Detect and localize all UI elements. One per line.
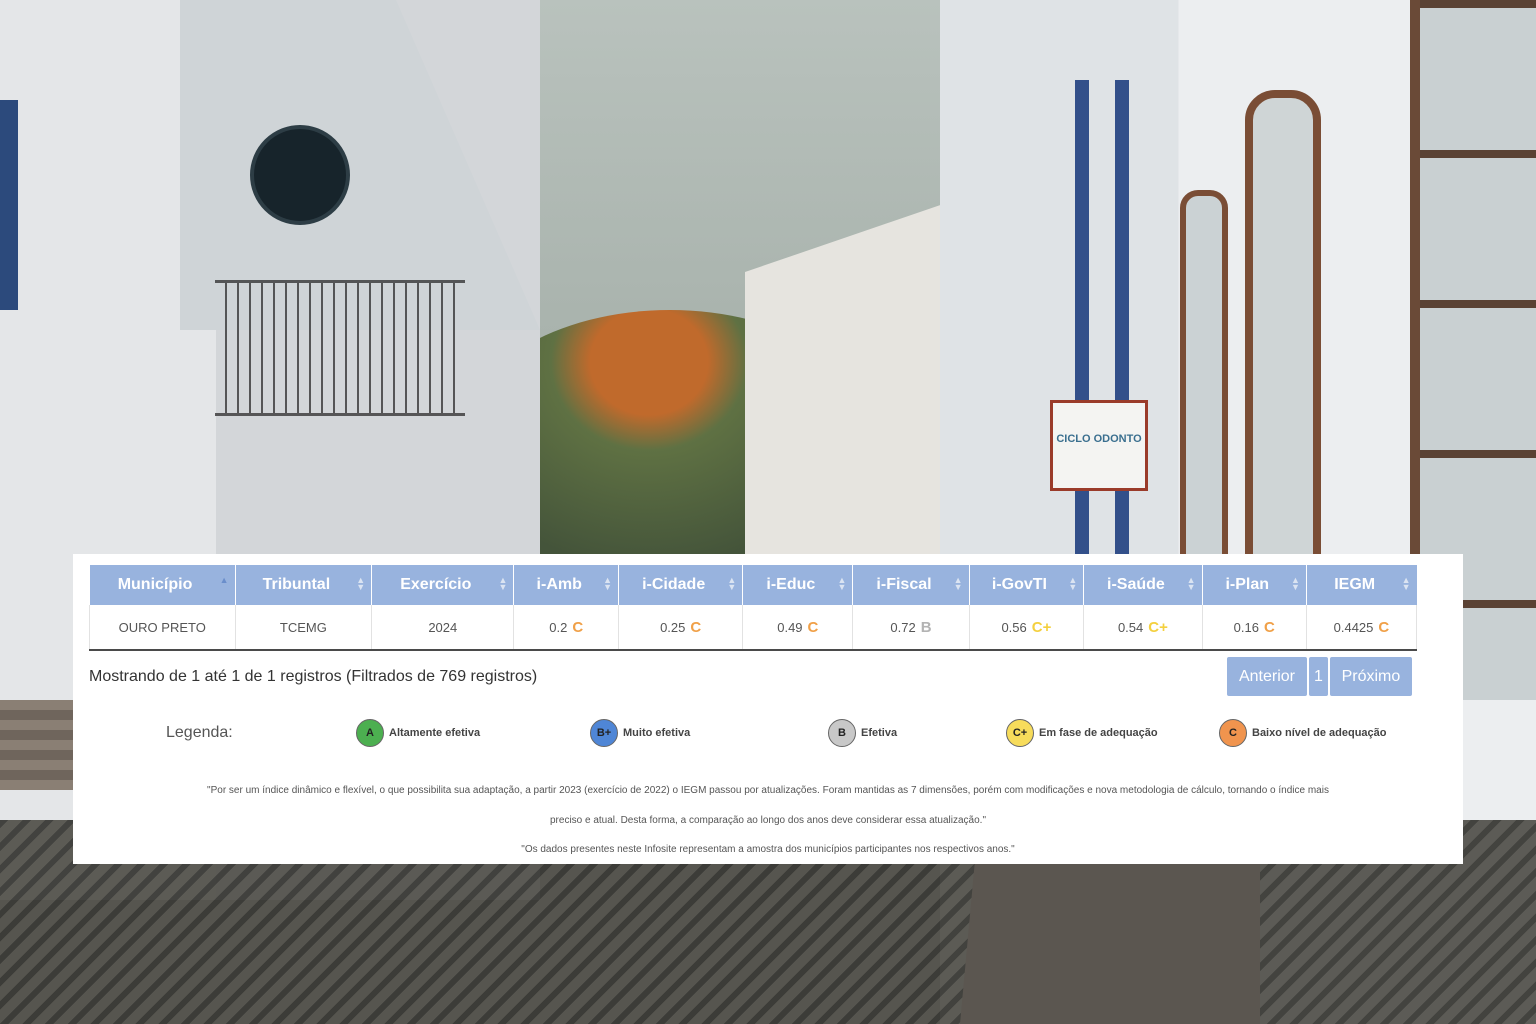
sort-icon: ▲ ▼ <box>1401 575 1411 592</box>
column-header-i-govti[interactable]: i-GovTI ▲ ▼ <box>969 565 1085 605</box>
column-header-label: i-Saúde <box>1107 576 1165 593</box>
arched-window <box>1245 90 1321 576</box>
column-header-i-fiscal[interactable]: i-Fiscal ▲ ▼ <box>852 565 970 605</box>
column-header-label: i-Amb <box>536 576 582 593</box>
previous-page-button[interactable]: Anterior <box>1227 657 1307 696</box>
sort-icon: ▲ ▼ <box>727 575 737 592</box>
methodology-note: "Por ser um índice dinâmico e flexível, … <box>207 785 1329 796</box>
table-header-row: Município ▲ Tribuntal ▲ ▼ Exercício ▲ ▼ i-Amb… <box>89 565 1417 605</box>
sort-icon: ▲ ▼ <box>837 575 847 592</box>
cell-value: 0.49 <box>777 619 803 635</box>
cell-value: 0.56 <box>1001 619 1027 635</box>
arched-window-small <box>1180 190 1228 562</box>
legend-text: Muito efetiva <box>623 727 691 739</box>
grade-label: C <box>1378 618 1390 636</box>
cell-i-saude: 0.54 C+ <box>1083 605 1203 651</box>
cell-value: 0.4425 <box>1333 619 1374 635</box>
table-row: OURO PRETO TCEMG 2024 0.2 C 0.25 C 0.49 C 0… <box>89 605 1418 651</box>
ciclo-odonto-sign: CICLO ODONTO <box>1050 400 1148 491</box>
column-header-label: i-Plan <box>1225 576 1269 593</box>
column-header-label: i-Cidade <box>642 576 706 593</box>
records-info: Mostrando de 1 até 1 de 1 registros (Fil… <box>89 668 538 685</box>
column-header-label: Exercício <box>400 576 472 593</box>
column-header-municipio[interactable]: Município ▲ <box>89 565 236 605</box>
sidewalk <box>960 860 1260 1024</box>
grade-label: C <box>1263 618 1275 636</box>
page-1-button[interactable]: 1 <box>1309 657 1328 696</box>
grade-badge-c: C <box>1219 719 1247 747</box>
legend-label: Legenda: <box>166 724 233 741</box>
sort-icon: ▲ ▼ <box>603 575 613 592</box>
column-header-i-plan[interactable]: i-Plan ▲ ▼ <box>1202 565 1307 605</box>
pagination: Anterior 1 Próximo <box>1227 657 1412 696</box>
sort-icon: ▲ ▼ <box>498 575 508 592</box>
ciclo-odonto-sign-text: CICLO ODONTO <box>1056 433 1142 445</box>
grade-badge-b-plus: B+ <box>590 719 618 747</box>
legend-text: Efetiva <box>861 727 898 739</box>
cell-value: 0.25 <box>660 619 686 635</box>
cell-value: 0.16 <box>1233 619 1259 635</box>
sort-icon: ▲ ▼ <box>1186 575 1196 592</box>
column-header-tribunal[interactable]: Tribuntal ▲ ▼ <box>235 565 373 605</box>
sort-icon: ▲ ▼ <box>1290 575 1300 592</box>
sort-icon: ▲ ▼ <box>953 575 963 592</box>
column-header-i-saude[interactable]: i-Saúde ▲ ▼ <box>1083 565 1203 605</box>
shop-sign <box>250 125 350 225</box>
cell-value: 0.72 <box>890 619 916 635</box>
next-page-button[interactable]: Próximo <box>1329 657 1412 696</box>
column-header-exercicio[interactable]: Exercício ▲ ▼ <box>371 565 515 605</box>
results-table: Município ▲ Tribuntal ▲ ▼ Exercício ▲ ▼ i-Amb… <box>89 565 1418 651</box>
column-header-label: i-Educ <box>766 576 816 593</box>
sample-note: "Os dados presentes neste Infosite repre… <box>521 844 1015 855</box>
grade-badge-a: A <box>356 719 384 747</box>
grade-label: C <box>807 618 819 636</box>
column-header-label: Tribuntal <box>262 576 331 593</box>
legend-text: Altamente efetiva <box>389 727 481 739</box>
iegm-panel: Município ▲ Tribuntal ▲ ▼ Exercício ▲ ▼ i-Amb… <box>73 554 1463 864</box>
cell-exercicio: 2024 <box>371 605 515 651</box>
cell-value: 0.54 <box>1117 619 1144 635</box>
column-header-label: i-Fiscal <box>876 576 932 593</box>
legend-item-b-plus: B+ Muito efetiva <box>590 719 690 747</box>
left-building-window <box>0 100 18 310</box>
column-header-i-amb[interactable]: i-Amb ▲ ▼ <box>513 565 620 605</box>
background-photo: CICLO ODONTO <box>0 0 1536 1024</box>
grade-label: C+ <box>1031 618 1052 636</box>
grade-label: C+ <box>1148 618 1168 636</box>
cell-iegm: 0.4425 C <box>1306 605 1418 651</box>
sort-icon: ▲ ▼ <box>1068 575 1078 592</box>
cell-i-educ: 0.49 C <box>742 605 854 651</box>
sort-icon: ▲ ▼ <box>356 575 366 592</box>
right-balcony <box>1075 80 1145 580</box>
legend-item-a: A Altamente efetiva <box>356 719 480 747</box>
cell-i-fiscal: 0.72 B <box>852 605 970 651</box>
column-header-iegm[interactable]: IEGM ▲ ▼ <box>1306 565 1417 605</box>
column-header-i-cidade[interactable]: i-Cidade ▲ ▼ <box>618 565 744 605</box>
column-header-label: i-GovTI <box>991 576 1047 593</box>
cell-i-amb: 0.2 C <box>513 605 620 651</box>
grade-label: C <box>572 618 584 636</box>
grade-label: B <box>920 618 932 636</box>
legend-text: Baixo nível de adequação <box>1252 727 1387 739</box>
grade-badge-c-plus: C+ <box>1006 719 1034 747</box>
cell-municipio: OURO PRETO <box>89 605 236 651</box>
sort-asc-icon: ▲ <box>219 575 229 585</box>
grade-label: C <box>690 618 702 636</box>
legend-item-c-plus: C+ Em fase de adequação <box>1006 719 1158 747</box>
methodology-note-continued: preciso e atual. Desta forma, a comparaç… <box>549 815 987 826</box>
column-header-label: Município <box>117 576 193 593</box>
cell-value: 0.2 <box>549 619 568 635</box>
grade-badge-b: B <box>828 719 856 747</box>
legend-item-b: B Efetiva <box>828 719 897 747</box>
column-header-label: IEGM <box>1334 576 1376 593</box>
cell-i-cidade: 0.25 C <box>618 605 744 651</box>
left-balcony <box>215 280 465 416</box>
cell-i-govti: 0.56 C+ <box>969 605 1085 651</box>
legend-item-c: C Baixo nível de adequação <box>1219 719 1387 747</box>
cell-i-plan: 0.16 C <box>1202 605 1307 651</box>
column-header-i-educ[interactable]: i-Educ ▲ ▼ <box>742 565 854 605</box>
legend-text: Em fase de adequação <box>1039 727 1158 739</box>
cell-tribunal: TCEMG <box>235 605 373 651</box>
